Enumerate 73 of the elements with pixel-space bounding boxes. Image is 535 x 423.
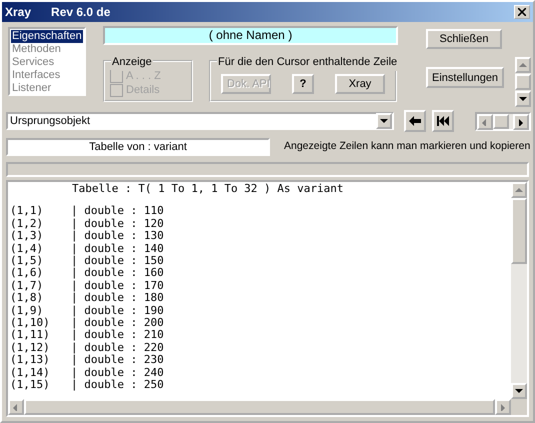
group-title: Anzeige	[111, 54, 153, 70]
down-arrow-icon	[514, 387, 524, 395]
row-value: | double : 220	[71, 342, 164, 354]
right-arrow-icon	[498, 403, 508, 411]
action-button[interactable]: ?	[292, 74, 314, 94]
scroll-right-button[interactable]	[513, 114, 529, 130]
left-arrow-icon	[408, 115, 422, 127]
up-arrow-icon	[518, 61, 528, 69]
row-index: (1,1)	[10, 205, 44, 218]
row-value: | double : 250	[71, 379, 164, 392]
group-title: Für die den Cursor enthaltende Zeile	[217, 54, 398, 70]
right-arrow-icon	[516, 118, 526, 126]
row-index: (1,3)	[10, 230, 44, 243]
window-title: Xray	[5, 4, 32, 21]
dropdown-value: Ursprungsobjekt	[10, 114, 90, 129]
hint-text: Angezeigte Zeilen kann man markieren und kopieren	[284, 139, 530, 154]
table-field: Tabelle von : variant	[6, 138, 270, 156]
scroll-down-button[interactable]	[511, 383, 527, 399]
skip-back-icon	[436, 116, 450, 126]
row-index: (1,4)	[10, 242, 44, 256]
scroll-thumb[interactable]	[511, 198, 527, 264]
down-arrow-icon	[379, 117, 389, 125]
row-value: | double : 170	[71, 280, 164, 292]
name-field: ( ohne Namen )	[103, 26, 398, 45]
close-dialog-button[interactable]: Schließen	[426, 29, 502, 49]
row-value: | double : 240	[71, 366, 164, 379]
settings-button[interactable]: Einstellungen	[426, 67, 504, 88]
row-value: | double : 130	[71, 230, 164, 243]
row-value: | double : 160	[71, 267, 164, 280]
horizontal-scrollbar[interactable]	[475, 112, 531, 130]
vertical-scrollbar[interactable]	[515, 57, 531, 107]
row-index: (1,2)	[10, 218, 44, 230]
row-value: | double : 140	[71, 242, 164, 255]
scroll-down-button[interactable]	[515, 91, 531, 107]
row-index: (1,7)	[10, 280, 44, 292]
vertical-scrollbar[interactable]	[511, 182, 527, 399]
row-value: | double : 230	[71, 354, 164, 367]
list-item[interactable]: Eigenschaften	[11, 30, 83, 43]
row-index: (1,10)	[10, 317, 51, 330]
row-value: | double : 120	[71, 218, 164, 230]
row-index: (1,6)	[10, 267, 44, 280]
row-index: (1,8)	[10, 292, 44, 305]
close-button[interactable]	[514, 5, 530, 19]
action-button[interactable]: Xray	[335, 74, 385, 94]
scroll-up-button[interactable]	[511, 182, 527, 198]
row-index: (1,12)	[10, 342, 51, 354]
row-value: | double : 180	[71, 292, 164, 305]
row-value: | double : 110	[71, 205, 164, 218]
origin-dropdown[interactable]: Ursprungsobjekt	[6, 112, 394, 130]
row-index: (1,14)	[10, 366, 51, 380]
window-subtitle: Rev 6.0 de	[51, 4, 110, 21]
row-value: | double : 150	[71, 255, 164, 268]
row-index: (1,15)	[10, 379, 51, 392]
up-arrow-icon	[514, 186, 524, 194]
first-button[interactable]	[432, 110, 454, 132]
scroll-up-button[interactable]	[515, 57, 531, 73]
row-index: (1,9)	[10, 304, 44, 318]
row-value: | double : 210	[71, 329, 164, 342]
scrollbar-corner	[511, 399, 527, 415]
dropdown-button[interactable]	[376, 113, 392, 129]
scroll-thumb[interactable]	[493, 114, 509, 128]
row-index: (1,11)	[10, 329, 51, 342]
output-header: Tabelle : T( 1 To 1, 1 To 32 ) As variant	[71, 183, 345, 196]
row-index: (1,5)	[10, 255, 44, 268]
scroll-left-button[interactable]	[8, 399, 24, 415]
down-arrow-icon	[518, 95, 528, 103]
scroll-thumb[interactable]	[515, 74, 531, 90]
row-index: (1,13)	[10, 354, 51, 367]
row-value: | double : 190	[71, 304, 164, 317]
close-icon	[518, 8, 526, 16]
scroll-left-button[interactable]	[477, 114, 493, 130]
row-value: | double : 200	[71, 317, 164, 330]
back-button[interactable]	[404, 110, 426, 132]
